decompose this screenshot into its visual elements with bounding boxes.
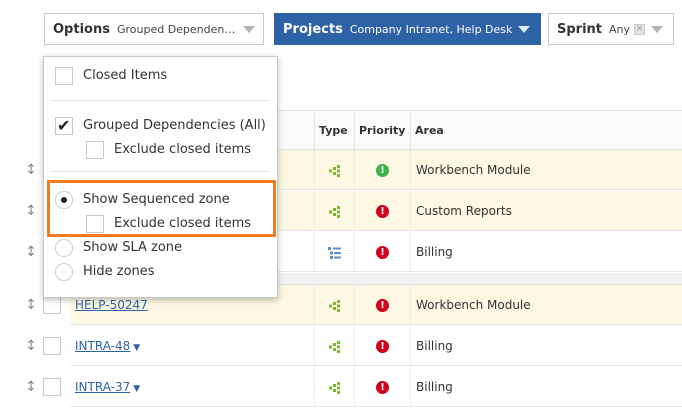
priority-cell: ! bbox=[354, 326, 410, 366]
type-cell bbox=[314, 326, 354, 366]
priority-high-icon: ! bbox=[376, 340, 389, 353]
row-checkbox[interactable] bbox=[43, 296, 61, 314]
menu-divider bbox=[52, 100, 269, 101]
sprint-filter-label: Sprint bbox=[557, 21, 603, 37]
drag-handle-icon[interactable]: ↕ bbox=[25, 296, 37, 314]
drag-handle-icon[interactable]: ↕ bbox=[25, 378, 37, 396]
projects-filter-label: Projects bbox=[283, 21, 343, 37]
caret-down-icon[interactable]: ▼ bbox=[133, 343, 140, 353]
closed-items-checkbox[interactable] bbox=[55, 67, 73, 85]
priority-cell: ! bbox=[354, 367, 410, 407]
show-sla-label: Show SLA zone bbox=[83, 240, 183, 255]
drag-handle-icon[interactable]: ↕ bbox=[25, 202, 37, 220]
priority-high-icon: ! bbox=[376, 205, 389, 218]
table-row[interactable]: ↕ INTRA-37 ▼ ! Billing bbox=[0, 367, 682, 407]
type-cell bbox=[314, 191, 354, 231]
checkmark-icon: ✔ bbox=[57, 116, 71, 135]
row-checkbox[interactable] bbox=[43, 337, 61, 355]
exclude-closed-sequenced-label: Exclude closed items bbox=[114, 216, 252, 231]
hide-zones-radio[interactable] bbox=[55, 263, 73, 281]
area-cell: Workbench Module bbox=[410, 150, 680, 190]
show-sla-option[interactable]: Show SLA zone bbox=[44, 237, 277, 259]
key-cell: INTRA-37 ▼ bbox=[70, 367, 314, 407]
chevron-down-icon[interactable] bbox=[242, 25, 255, 33]
exclude-closed-label: Exclude closed items bbox=[114, 142, 252, 157]
header-area[interactable]: Area bbox=[410, 111, 682, 150]
type-cell bbox=[314, 367, 354, 407]
issue-key-link[interactable]: INTRA-48 bbox=[75, 339, 130, 353]
issue-key-link[interactable]: INTRA-37 bbox=[75, 380, 130, 394]
area-cell: Workbench Module bbox=[410, 285, 680, 325]
exclude-closed-option[interactable]: Exclude closed items bbox=[44, 139, 277, 161]
hide-zones-label: Hide zones bbox=[83, 264, 155, 279]
drag-handle-icon[interactable]: ↕ bbox=[25, 243, 37, 261]
type-cell bbox=[314, 150, 354, 190]
show-sequenced-label: Show Sequenced zone bbox=[83, 192, 230, 207]
dependency-icon bbox=[328, 164, 340, 177]
priority-high-icon: ! bbox=[376, 246, 389, 259]
area-cell: Custom Reports bbox=[410, 191, 680, 231]
header-priority[interactable]: Priority bbox=[354, 111, 410, 150]
area-cell: Billing bbox=[410, 367, 680, 407]
grouped-dependencies-checkbox[interactable]: ✔ bbox=[55, 117, 73, 135]
exclude-closed-sequenced-checkbox[interactable] bbox=[86, 215, 104, 233]
table-row[interactable]: ↕ INTRA-48 ▼ ! Billing bbox=[0, 326, 682, 366]
closed-items-label: Closed Items bbox=[83, 68, 168, 83]
options-dropdown: Closed Items ✔ Grouped Dependencies (All… bbox=[43, 56, 278, 298]
row-checkbox[interactable] bbox=[43, 378, 61, 396]
sprint-filter[interactable]: Sprint Any × bbox=[548, 13, 674, 45]
drag-handle-icon[interactable]: ↕ bbox=[25, 161, 37, 179]
type-cell bbox=[314, 232, 354, 272]
area-cell: Billing bbox=[410, 232, 680, 272]
projects-filter-value: Company Intranet, Help Desk bbox=[349, 22, 513, 36]
priority-cell: ! bbox=[354, 285, 410, 325]
closed-items-option[interactable]: Closed Items bbox=[44, 65, 277, 87]
type-cell bbox=[314, 285, 354, 325]
exclude-closed-checkbox[interactable] bbox=[86, 141, 104, 159]
priority-cell: ! bbox=[354, 191, 410, 231]
dependency-icon bbox=[328, 299, 340, 312]
options-filter-label: Options bbox=[53, 21, 110, 37]
issue-key-link[interactable]: HELP-50247 bbox=[75, 298, 148, 312]
chevron-down-icon[interactable] bbox=[518, 25, 531, 33]
priority-high-icon: ! bbox=[376, 299, 389, 312]
show-sla-radio[interactable] bbox=[55, 239, 73, 257]
dependency-icon bbox=[328, 381, 340, 394]
exclude-closed-sequenced-option[interactable]: Exclude closed items bbox=[44, 213, 277, 235]
show-sequenced-radio[interactable] bbox=[55, 191, 73, 209]
options-filter-value: Grouped Dependencies (All) bbox=[116, 22, 237, 36]
show-sequenced-option[interactable]: Show Sequenced zone bbox=[44, 189, 277, 211]
area-cell: Billing bbox=[410, 326, 680, 366]
caret-down-icon[interactable]: ▼ bbox=[133, 384, 140, 394]
drag-handle-icon[interactable]: ↕ bbox=[25, 337, 37, 355]
grouped-dependencies-label: Grouped Dependencies (All) bbox=[83, 118, 266, 133]
hide-zones-option[interactable]: Hide zones bbox=[44, 261, 277, 283]
priority-high-icon: ! bbox=[376, 381, 389, 394]
projects-filter[interactable]: Projects Company Intranet, Help Desk bbox=[274, 13, 541, 45]
options-filter[interactable]: Options Grouped Dependencies (All) bbox=[44, 13, 264, 45]
list-icon bbox=[328, 246, 341, 259]
clear-icon[interactable]: × bbox=[634, 23, 646, 35]
priority-cell: ! bbox=[354, 232, 410, 272]
sprint-filter-value: Any bbox=[609, 22, 631, 36]
menu-divider bbox=[52, 171, 269, 172]
priority-low-icon: ! bbox=[376, 164, 389, 177]
grouped-dependencies-option[interactable]: ✔ Grouped Dependencies (All) bbox=[44, 115, 277, 137]
chevron-down-icon[interactable] bbox=[651, 25, 664, 33]
priority-cell: ! bbox=[354, 150, 410, 190]
dependency-icon bbox=[328, 205, 340, 218]
dependency-icon bbox=[328, 340, 340, 353]
key-cell: INTRA-48 ▼ bbox=[70, 326, 314, 366]
header-type[interactable]: Type bbox=[314, 111, 354, 150]
